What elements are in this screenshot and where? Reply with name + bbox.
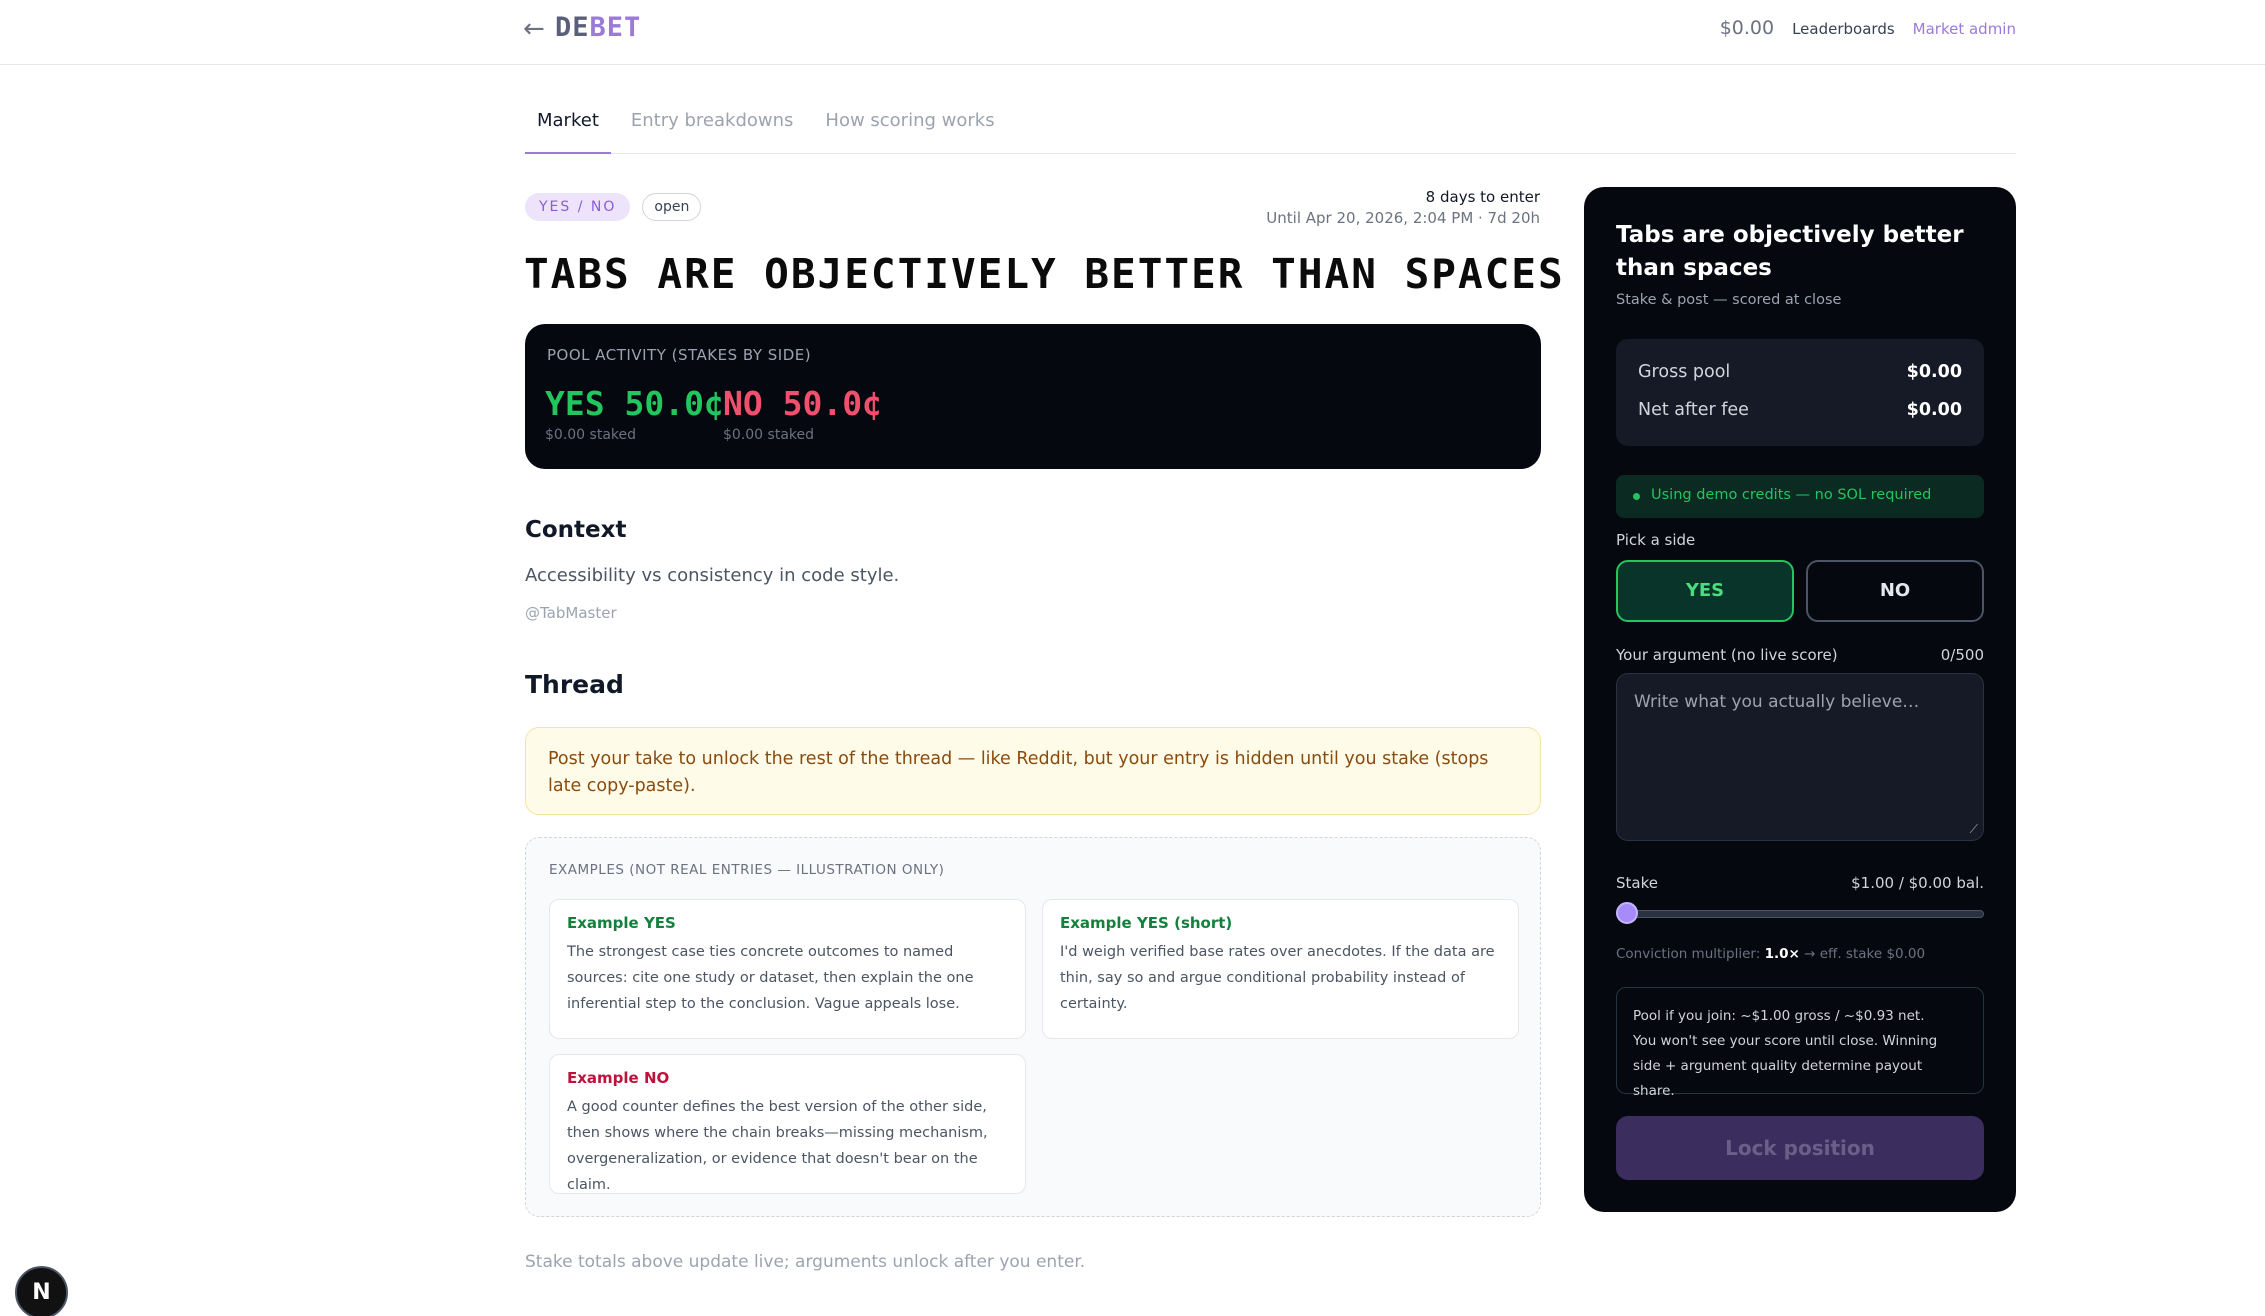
example-title: Example YES (567, 914, 676, 932)
status-badge: open (642, 193, 702, 221)
leaderboards-link[interactable]: Leaderboards (1792, 20, 1895, 38)
dev-tools-badge[interactable]: N (15, 1266, 68, 1316)
conviction-multiplier: Conviction multiplier: 1.0× → eff. stake… (1616, 946, 1925, 962)
multiplier-prefix: Conviction multiplier: (1616, 946, 1765, 962)
context-heading: Context (525, 517, 627, 543)
argument-placeholder: Write what you actually believe… (1634, 692, 1920, 712)
close-time: Until Apr 20, 2026, 2:04 PM · 7d 20h (1266, 209, 1540, 227)
pool-projection-line: Pool if you join: ~$1.00 gross / ~$0.93 … (1633, 1008, 1925, 1024)
logo-part-bet: BET (589, 12, 642, 43)
pool-yes-staked: $0.00 staked (545, 427, 636, 443)
stake-slider-track[interactable] (1616, 910, 1984, 918)
multiplier-suffix: → eff. stake $0.00 (1799, 946, 1926, 962)
argument-textarea[interactable]: Write what you actually believe… ⟋ (1616, 673, 1984, 841)
net-after-fee-row: Net after fee $0.00 (1638, 400, 1962, 420)
example-card: Example YES The strongest case ties conc… (549, 899, 1026, 1039)
net-after-fee-label: Net after fee (1638, 400, 1749, 420)
gross-pool-row: Gross pool $0.00 (1638, 362, 1962, 382)
pool-no-price: NO 50.0¢ (723, 384, 882, 423)
days-to-enter: 8 days to enter (1425, 188, 1540, 206)
argument-char-count: 0/500 (1940, 646, 1984, 664)
status-dot-icon (1633, 493, 1640, 500)
stake-label: Stake (1616, 874, 1658, 892)
example-body: The strongest case ties concrete outcome… (567, 944, 974, 1012)
context-text: Accessibility vs consistency in code sty… (525, 565, 900, 586)
score-visibility-line: You won't see your score until close. Wi… (1633, 1033, 1938, 1099)
demo-credits-text: Using demo credits — no SOL required (1651, 487, 1932, 503)
top-nav: ← DEBET $0.00 Leaderboards Market admin (0, 0, 2265, 65)
back-arrow-icon[interactable]: ← (523, 14, 545, 44)
example-body: A good counter defines the best version … (567, 1099, 988, 1193)
pool-yes-price: YES 50.0¢ (545, 384, 724, 423)
examples-heading: EXAMPLES (NOT REAL ENTRIES — ILLUSTRATIO… (549, 862, 945, 878)
yes-side-button[interactable]: YES (1616, 560, 1794, 622)
logo[interactable]: DEBET (555, 12, 641, 43)
pool-no-staked: $0.00 staked (723, 427, 814, 443)
tab-market[interactable]: Market (525, 104, 611, 154)
tab-entry-breakdowns[interactable]: Entry breakdowns (619, 104, 806, 154)
example-card: Example YES (short) I'd weigh verified b… (1042, 899, 1519, 1039)
header-actions: $0.00 Leaderboards Market admin (1720, 17, 2016, 39)
pool-projection-info: Pool if you join: ~$1.00 gross / ~$0.93 … (1616, 987, 1984, 1099)
panel-title: Tabs are objectively better than spaces (1616, 222, 1964, 281)
stake-value: $1.00 / $0.00 bal. (1851, 874, 1984, 892)
argument-header: Your argument (no live score) 0/500 (1616, 646, 1984, 664)
pick-side-label: Pick a side (1616, 531, 1696, 549)
multiplier-value: 1.0× (1764, 946, 1800, 962)
market-tabs: Market Entry breakdowns How scoring work… (525, 104, 2016, 154)
thread-heading: Thread (525, 670, 624, 699)
market-type-badge: YES / NO (525, 193, 631, 221)
example-card: Example NO A good counter defines the be… (549, 1054, 1026, 1194)
demo-credits-notice: Using demo credits — no SOL required (1616, 475, 1984, 518)
examples-box: EXAMPLES (NOT REAL ENTRIES — ILLUSTRATIO… (525, 837, 1541, 1217)
example-title: Example YES (short) (1060, 914, 1233, 932)
example-body: I'd weigh verified base rates over anecd… (1060, 944, 1495, 1012)
pool-activity-label: POOL ACTIVITY (STAKES BY SIDE) (547, 346, 812, 364)
market-admin-link[interactable]: Market admin (1913, 20, 2016, 38)
market-badges: YES / NO open (525, 193, 702, 221)
lock-position-button[interactable]: Lock position (1616, 1116, 1984, 1180)
pool-summary: Gross pool $0.00 Net after fee $0.00 (1616, 339, 1984, 446)
net-after-fee-value: $0.00 (1906, 400, 1962, 420)
pool-yes: YES 50.0¢ $0.00 staked (545, 384, 724, 443)
no-side-button[interactable]: NO (1806, 560, 1984, 622)
tab-how-scoring-works[interactable]: How scoring works (813, 104, 1006, 154)
gross-pool-label: Gross pool (1638, 362, 1731, 382)
balance: $0.00 (1719, 17, 1775, 39)
panel-subtitle: Stake & post — scored at close (1616, 292, 1842, 308)
time-remaining: 8 days to enter Until Apr 20, 2026, 2:04… (1266, 188, 1540, 227)
thread-locked-notice: Post your take to unlock the rest of the… (525, 727, 1541, 815)
footnote: Stake totals above update live; argument… (525, 1252, 1086, 1272)
context-author[interactable]: @TabMaster (525, 604, 617, 622)
market-title: Tabs are objectively better than spaces (524, 250, 1565, 298)
pool-activity-card: POOL ACTIVITY (STAKES BY SIDE) YES 50.0¢… (525, 324, 1541, 469)
gross-pool-value: $0.00 (1906, 362, 1962, 382)
logo-part-de: DE (555, 12, 590, 43)
stake-header: Stake $1.00 / $0.00 bal. (1616, 874, 1984, 892)
stake-panel: Tabs are objectively better than spaces … (1584, 187, 2016, 1212)
stake-slider-thumb[interactable] (1616, 902, 1638, 924)
resize-handle-icon[interactable]: ⟋ (1970, 822, 1978, 837)
pool-no: NO 50.0¢ $0.00 staked (723, 384, 882, 443)
example-title: Example NO (567, 1069, 670, 1087)
argument-label: Your argument (no live score) (1616, 646, 1838, 664)
